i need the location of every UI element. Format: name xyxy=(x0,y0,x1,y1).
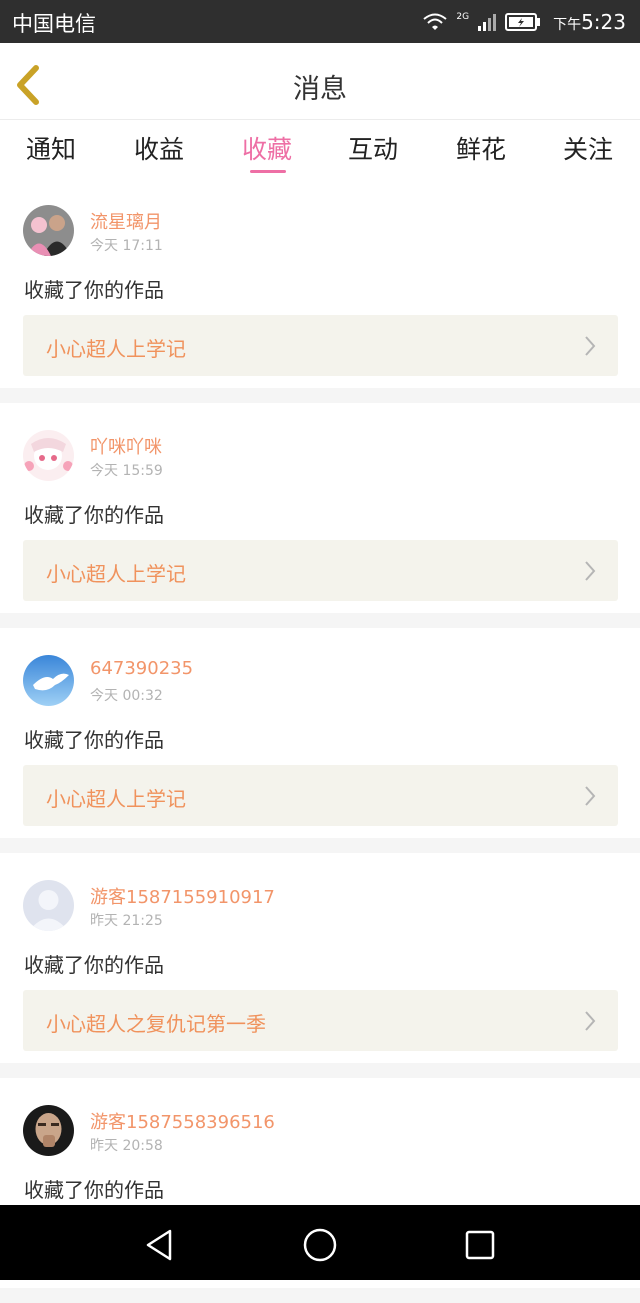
system-nav-bar xyxy=(0,1205,640,1280)
tab-favorites[interactable]: 收藏 xyxy=(232,130,302,166)
tab-earnings[interactable]: 收益 xyxy=(124,130,194,166)
work-title: 小心超人上学记 xyxy=(46,337,186,361)
tab-notifications[interactable]: 通知 xyxy=(16,130,86,166)
timestamp: 昨天 20:58 xyxy=(90,1138,163,1154)
username[interactable]: 游客1587558396516 xyxy=(90,1108,275,1134)
work-title: 小心超人之复仇记第一季 xyxy=(46,1012,266,1036)
chevron-right-icon xyxy=(585,786,596,806)
clock-label: 5:23 xyxy=(581,10,626,34)
username[interactable]: 647390235 xyxy=(90,658,193,679)
avatar[interactable] xyxy=(23,430,74,481)
action-text: 收藏了你的作品 xyxy=(24,1178,164,1202)
status-bar: 中国电信 2G 下午5:23 xyxy=(0,0,640,43)
tab-following[interactable]: 关注 xyxy=(553,130,623,166)
action-text: 收藏了你的作品 xyxy=(24,728,164,752)
carrier-label: 中国电信 xyxy=(12,12,96,36)
timestamp: 今天 15:59 xyxy=(90,463,163,479)
avatar[interactable] xyxy=(23,880,74,931)
network-type-label: 2G xyxy=(456,12,470,22)
work-link[interactable]: 小心超人上学记 xyxy=(23,765,618,826)
work-title: 小心超人上学记 xyxy=(46,562,186,586)
work-link[interactable]: 小心超人之复仇记第一季 xyxy=(23,990,618,1051)
tab-flowers[interactable]: 鲜花 xyxy=(446,130,516,166)
active-tab-indicator xyxy=(250,170,286,173)
list-item: 游客1587155910917 昨天 21:25 收藏了你的作品 小心超人之复仇… xyxy=(0,853,640,1063)
signal-icon xyxy=(478,14,497,31)
timestamp: 昨天 21:25 xyxy=(90,913,163,929)
battery-icon xyxy=(505,13,541,31)
system-recents-button[interactable] xyxy=(462,1227,498,1263)
chevron-right-icon xyxy=(585,561,596,581)
work-link[interactable]: 小心超人上学记 xyxy=(23,315,618,376)
chevron-right-icon xyxy=(585,1011,596,1031)
triangle-back-icon xyxy=(146,1229,172,1261)
circle-home-icon xyxy=(303,1228,337,1262)
tab-interactions[interactable]: 互动 xyxy=(338,130,408,166)
action-text: 收藏了你的作品 xyxy=(24,953,164,977)
square-recents-icon xyxy=(465,1230,495,1260)
avatar[interactable] xyxy=(23,655,74,706)
status-icons: 2G 下午5:23 xyxy=(422,6,626,38)
work-link[interactable]: 小心超人上学记 xyxy=(23,540,618,601)
page-title: 消息 xyxy=(293,74,347,105)
timestamp: 今天 00:32 xyxy=(90,688,163,704)
username[interactable]: 游客1587155910917 xyxy=(90,883,275,909)
work-title: 小心超人上学记 xyxy=(46,787,186,811)
wifi-icon xyxy=(423,13,448,30)
favorites-feed: 流星璃月 今天 17:11 收藏了你的作品 小心超人上学记 吖咪吖咪 今天 15… xyxy=(0,178,640,1303)
list-item: 647390235 今天 00:32 收藏了你的作品 小心超人上学记 xyxy=(0,628,640,838)
list-item: 吖咪吖咪 今天 15:59 收藏了你的作品 小心超人上学记 xyxy=(0,403,640,613)
timestamp: 今天 17:11 xyxy=(90,238,163,254)
chevron-right-icon xyxy=(585,336,596,356)
system-back-button[interactable] xyxy=(142,1227,178,1263)
list-item: 流星璃月 今天 17:11 收藏了你的作品 小心超人上学记 xyxy=(0,178,640,388)
username[interactable]: 吖咪吖咪 xyxy=(90,433,162,459)
tab-bar: 通知 收益 收藏 互动 鲜花 关注 xyxy=(0,120,640,178)
action-text: 收藏了你的作品 xyxy=(24,503,164,527)
system-home-button[interactable] xyxy=(302,1227,338,1263)
time-period-label: 下午 xyxy=(553,17,582,33)
username[interactable]: 流星璃月 xyxy=(90,208,162,234)
action-text: 收藏了你的作品 xyxy=(24,278,164,302)
avatar[interactable] xyxy=(23,205,74,256)
app-header: 消息 xyxy=(0,43,640,120)
avatar[interactable] xyxy=(23,1105,74,1156)
